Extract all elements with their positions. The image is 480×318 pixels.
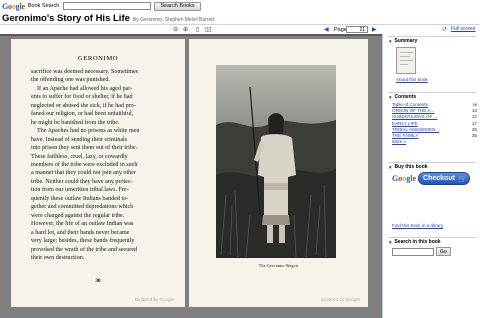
text-line: The Apaches had no prisons as white men	[37, 128, 140, 135]
collapse-arrow-icon[interactable]: ▼	[388, 240, 392, 245]
table-of-contents: Table of Contents vii ORIGIN OF THE A... 13…	[392, 102, 478, 145]
collapse-arrow-icon[interactable]: ▼	[388, 95, 392, 100]
link-icon[interactable]: ↺	[442, 26, 447, 33]
checkout-button[interactable]: Checkout 🛒	[418, 172, 471, 185]
text-line: ents to suffer for food or shelter, if h…	[31, 94, 133, 101]
search-books-button[interactable]: Search Books	[154, 1, 201, 11]
prev-page-icon[interactable]: ◀	[324, 26, 329, 33]
next-page-icon[interactable]: ▶	[372, 26, 377, 33]
page-label: Page	[334, 26, 347, 33]
text-line: very large; besides, these bands frequen…	[31, 238, 135, 245]
go-button[interactable]: Go	[436, 247, 451, 256]
page-number: 30	[95, 279, 101, 284]
photo-caption: The Geronimo Wagon	[258, 264, 299, 268]
text-line: have. Instead of sending their criminals	[31, 136, 128, 143]
checkout-label: Checkout	[423, 175, 455, 182]
text-line: If an Apache had allowed his aged par-	[37, 85, 133, 92]
text-line: faned our religion, or had been unfaithf…	[31, 111, 134, 118]
toc-item-page	[477, 139, 478, 145]
right-page[interactable]: The Geronimo Wagon Digitized by Google	[189, 39, 368, 307]
search-in-book-label: Search in this book	[394, 239, 441, 245]
search-in-book-input[interactable]	[392, 248, 434, 256]
text-line: members of the tribe were excluded in su…	[31, 161, 138, 168]
toc-item-title[interactable]: More »	[392, 139, 406, 145]
top-bar: Google Book Search Search Books	[0, 0, 480, 12]
text-line: a hard lot, and their bands never became	[31, 229, 130, 236]
collapse-arrow-icon[interactable]: ▼	[388, 165, 392, 170]
contents-section: ▼ Contents Table of Contents vii ORIGIN OF…	[388, 92, 477, 144]
cart-icon: 🛒	[457, 175, 467, 183]
text-line: the offending one was punished.	[31, 77, 110, 84]
page-number-input[interactable]	[346, 26, 368, 33]
text-line: gether and committed depredations which	[31, 204, 134, 211]
two-page-icon[interactable]: ▯▯	[205, 26, 212, 33]
buy-section: ▼ Buy this book Google Checkout 🛒	[388, 162, 476, 185]
buy-heading[interactable]: ▼ Buy this book	[388, 162, 476, 170]
text-line: tribe. Neither could they have any prote…	[31, 178, 133, 185]
search-input[interactable]	[63, 2, 152, 10]
buy-label: Buy this book	[394, 164, 428, 170]
contents-label: Contents	[394, 94, 417, 100]
summary-section: ▼ Summary About this book	[388, 36, 476, 82]
photo-image	[216, 65, 336, 258]
digitized-by-google: Digitized by Google	[321, 297, 361, 302]
google-checkout[interactable]: Google Checkout 🛒	[392, 172, 471, 185]
text-line: he might be banished from the tribe.	[31, 119, 120, 126]
logo-letter: e	[21, 1, 26, 11]
text-line: sacrifice was deemed necessary. Sometime…	[31, 69, 139, 75]
left-page[interactable]: GERONIMO sacrifice was deemed necessary.…	[11, 39, 185, 307]
book-thumbnail[interactable]	[396, 47, 416, 74]
viewer-edge	[0, 34, 382, 36]
checkout-google-logo: Google	[392, 174, 417, 183]
collapse-arrow-icon[interactable]: ▼	[388, 39, 392, 44]
book-author: By Geronimo, Stephen Melvil Barrett	[132, 17, 215, 23]
text-line: were charged against the regular tribe.	[31, 212, 125, 219]
summary-heading[interactable]: ▼ Summary	[388, 36, 476, 44]
viewer-toolbar: ⊖ ⊕ ▯ ▯▯ ◀ Page ▶ ↺ Full screen	[0, 24, 480, 34]
find-in-library-link[interactable]: Find this book in a library	[392, 223, 443, 228]
running-head: GERONIMO	[77, 55, 119, 62]
about-this-book-link[interactable]: About this book	[396, 77, 428, 82]
text-line: These faithless, cruel, lazy, or cowardl…	[31, 153, 128, 160]
text-line: provoked the wrath of the tribe and secu…	[31, 246, 138, 253]
zoom-out-icon[interactable]: ⊖	[173, 26, 178, 33]
photograph	[216, 65, 336, 258]
text-line: quently these outlaw Indians banded to-	[31, 195, 129, 202]
text-line: neglected or abused the sick, if he had …	[31, 102, 136, 109]
page-text: sacrifice was deemed necessary. Sometime…	[31, 68, 169, 262]
summary-label: Summary	[394, 38, 418, 44]
single-page-icon[interactable]: ▯	[196, 26, 199, 33]
text-line: tion from our unwritten tribal laws. Fre…	[31, 187, 129, 194]
search-in-book-heading[interactable]: ▼ Search in this book	[388, 237, 476, 245]
book-title: Geronimo's Story of His Life	[2, 13, 130, 24]
book-search-label: Book Search	[27, 3, 60, 9]
google-logo[interactable]: Google	[2, 2, 25, 11]
digitized-by-google: Digitized by Google	[135, 297, 175, 302]
text-line: their own destruction.	[31, 254, 85, 261]
sidebar: ▼ Summary About this book ▼ Contents Tab…	[382, 34, 480, 318]
search-in-book-section: ▼ Search in this book Go	[388, 237, 476, 256]
text-line: a manner that they could not join any ot…	[31, 170, 136, 177]
title-row: Geronimo's Story of His Life By Geronimo…	[2, 13, 214, 24]
full-screen-link[interactable]: Full screen	[451, 26, 475, 32]
text-line: However, the life of an outlaw Indian wa…	[31, 221, 134, 228]
contents-heading[interactable]: ▼ Contents	[388, 92, 476, 100]
zoom-in-icon[interactable]: ⊕	[183, 26, 188, 33]
toc-item[interactable]: More »	[392, 139, 478, 145]
text-line: into prison they sent them out of their …	[31, 145, 138, 152]
